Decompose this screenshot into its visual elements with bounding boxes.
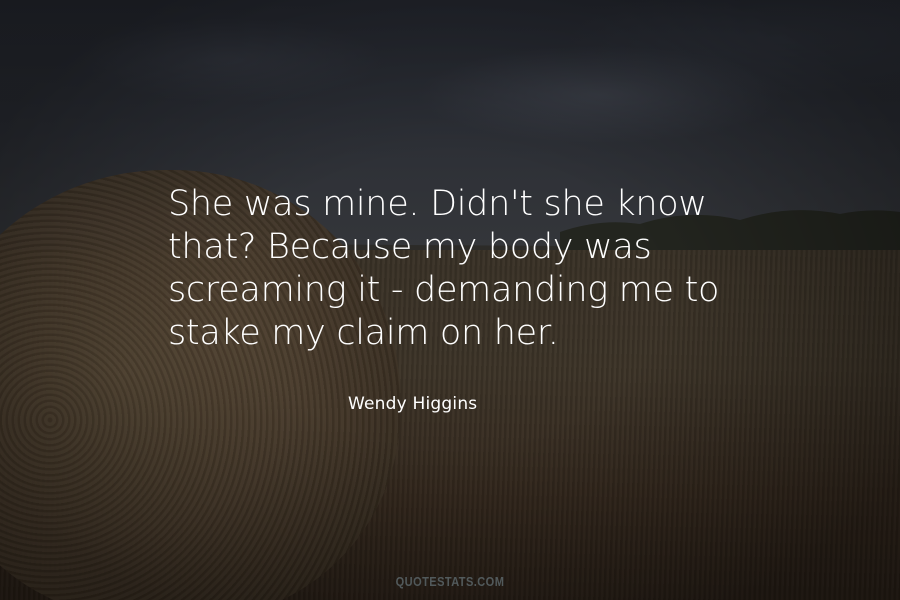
site-watermark: QUOTESTATS.COM [395, 574, 505, 589]
quote-image: She was mine. Didn't she know that? Beca… [0, 0, 900, 600]
quote-author: Wendy Higgins [348, 394, 478, 414]
quote-text: She was mine. Didn't she know that? Beca… [168, 183, 808, 355]
quote-line: stake my claim on her. [168, 313, 559, 353]
quote-line: that? Because my body was [168, 227, 652, 267]
quote-line: She was mine. Didn't she know [168, 184, 707, 224]
quote-line: screaming it - demanding me to [168, 270, 720, 310]
